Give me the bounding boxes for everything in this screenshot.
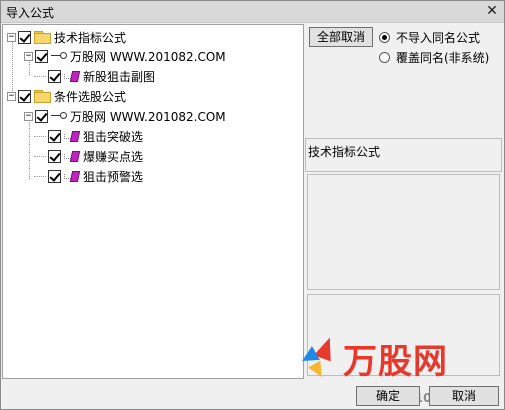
key-icon (51, 110, 67, 122)
checkbox-icon[interactable] (48, 149, 61, 163)
collapse-icon[interactable]: − (7, 32, 16, 42)
formula-icon (64, 170, 80, 182)
tree-node-formula[interactable]: 新股狙击副图 (48, 67, 155, 85)
formula-type-label: 技术指标公式 (308, 145, 381, 159)
formula-icon (64, 150, 80, 162)
formula-parameters-box (307, 294, 500, 376)
tree-line (34, 136, 46, 137)
formula-icon (64, 130, 80, 142)
tree-node-folder[interactable]: − 条件选股公式 (7, 87, 126, 105)
title-bar: 导入公式 ✕ (1, 1, 504, 23)
tree-node-label: 爆赚买点选 (83, 149, 144, 164)
radio-icon[interactable] (379, 31, 390, 43)
checkbox-icon[interactable] (18, 89, 31, 103)
formula-icon (64, 70, 80, 82)
radio-overwrite-same[interactable]: 覆盖同名(非系统) (379, 49, 489, 65)
radio-no-import-same[interactable]: 不导入同名公式 (379, 29, 480, 45)
tree-line (34, 76, 46, 77)
close-icon[interactable]: ✕ (482, 2, 502, 21)
tree-node-label: 万股网 WWW.201082.COM (70, 109, 226, 124)
radio-icon[interactable] (379, 51, 390, 63)
tree-node-label: 狙击预警选 (83, 169, 144, 184)
checkbox-icon[interactable] (35, 49, 48, 63)
checkbox-icon[interactable] (48, 169, 61, 183)
tree-node-source[interactable]: − 万股网 WWW.201082.COM (24, 47, 226, 65)
key-icon (51, 50, 67, 62)
options-panel: 全部取消 不导入同名公式 覆盖同名(非系统) 技术指标公式 (305, 24, 504, 379)
checkbox-icon[interactable] (48, 69, 61, 83)
checkbox-icon[interactable] (35, 109, 48, 123)
tree-node-formula[interactable]: 狙击预警选 (48, 167, 143, 185)
collapse-icon[interactable]: − (24, 51, 33, 61)
tree-node-label: 新股狙击副图 (83, 69, 156, 84)
tree-line (34, 176, 46, 177)
checkbox-icon[interactable] (48, 129, 61, 143)
tree-node-source[interactable]: − 万股网 WWW.201082.COM (24, 107, 226, 125)
ok-button[interactable]: 确定 (356, 386, 420, 406)
import-formula-dialog: 导入公式 ✕ − 技术指标公式 − 万股网 WWW.201082.COM 新股狙… (0, 0, 505, 410)
tree-node-formula[interactable]: 爆赚买点选 (48, 147, 143, 165)
window-title: 导入公式 (6, 6, 55, 20)
folder-icon (34, 90, 51, 103)
formula-description-box (307, 174, 500, 290)
formula-tree[interactable]: − 技术指标公式 − 万股网 WWW.201082.COM 新股狙击副图 − 条… (2, 24, 304, 379)
radio-label: 不导入同名公式 (396, 30, 481, 45)
tree-line (34, 156, 46, 157)
tree-node-label: 条件选股公式 (54, 89, 127, 104)
radio-label: 覆盖同名(非系统) (396, 50, 490, 65)
tree-node-label: 万股网 WWW.201082.COM (70, 49, 226, 64)
checkbox-icon[interactable] (18, 30, 31, 44)
cancel-button[interactable]: 取消 (429, 386, 499, 406)
folder-icon (34, 31, 51, 44)
tree-node-label: 狙击突破选 (83, 129, 144, 144)
tree-node-folder[interactable]: − 技术指标公式 (7, 28, 126, 46)
collapse-icon[interactable]: − (24, 111, 33, 121)
tree-node-label: 技术指标公式 (54, 30, 127, 45)
tree-node-formula[interactable]: 狙击突破选 (48, 127, 143, 145)
cancel-all-button[interactable]: 全部取消 (309, 27, 373, 47)
collapse-icon[interactable]: − (7, 91, 16, 101)
